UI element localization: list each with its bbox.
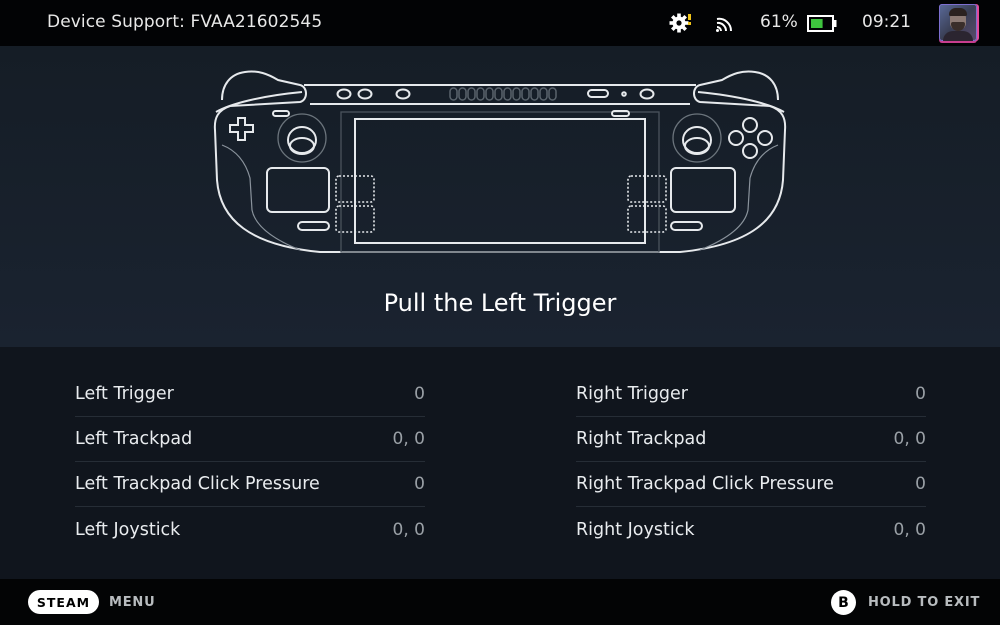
readout-value: 0, 0 bbox=[392, 519, 425, 540]
left-trackpad bbox=[266, 167, 330, 213]
cast-icon[interactable] bbox=[715, 15, 735, 33]
left-bottom-button bbox=[297, 221, 330, 231]
readout-value: 0 bbox=[414, 474, 425, 494]
page-title: Device Support: FVAA21602545 bbox=[47, 12, 323, 32]
readout-value: 0, 0 bbox=[893, 519, 926, 540]
right-joystick bbox=[682, 126, 712, 154]
avatar-beard bbox=[951, 22, 965, 31]
avatar-hair bbox=[949, 8, 967, 16]
user-avatar[interactable] bbox=[939, 4, 977, 41]
vent-grille bbox=[449, 87, 557, 101]
left-joystick-cap bbox=[289, 137, 315, 155]
battery-icon[interactable] bbox=[807, 15, 837, 32]
screen bbox=[354, 118, 646, 244]
right-bottom-button bbox=[670, 221, 703, 231]
readout-row: Right Trackpad Click Pressure 0 bbox=[576, 462, 926, 507]
d-pad bbox=[229, 117, 254, 141]
readout-label: Left Trigger bbox=[75, 384, 174, 404]
readout-value: 0 bbox=[915, 384, 926, 404]
footer-bar: STEAM MENU B HOLD TO EXIT bbox=[0, 579, 1000, 625]
steam-deck-diagram bbox=[213, 70, 787, 253]
readout-label: Left Trackpad Click Pressure bbox=[75, 474, 320, 494]
readout-label: Right Trackpad Click Pressure bbox=[576, 474, 834, 494]
b-button-diagram bbox=[757, 130, 773, 146]
readout-label: Right Trigger bbox=[576, 384, 688, 404]
y-button bbox=[742, 117, 758, 133]
screen-bezel bbox=[340, 111, 660, 253]
avatar-body bbox=[943, 31, 973, 41]
readout-label: Right Joystick bbox=[576, 519, 695, 540]
readout-label: Left Joystick bbox=[75, 519, 181, 540]
readout-row: Right Trackpad 0, 0 bbox=[576, 417, 926, 462]
x-button bbox=[728, 130, 744, 146]
battery-fill bbox=[811, 19, 823, 28]
clock: 09:21 bbox=[862, 12, 911, 32]
right-top-pill-button bbox=[587, 89, 609, 98]
right-grip-line bbox=[699, 144, 779, 251]
right-back-button-R4 bbox=[627, 175, 667, 203]
right-menu-button bbox=[611, 110, 630, 117]
b-button-icon[interactable]: B bbox=[831, 590, 856, 615]
readout-value: 0 bbox=[915, 474, 926, 494]
controller-test-hero: Pull the Left Trigger bbox=[0, 46, 1000, 347]
hold-to-exit-label: HOLD TO EXIT bbox=[868, 595, 981, 610]
left-trigger-outline bbox=[221, 70, 307, 107]
right-trigger-outline bbox=[693, 70, 779, 107]
readout-row: Left Joystick 0, 0 bbox=[75, 507, 425, 552]
left-top-button-3 bbox=[395, 88, 411, 100]
steam-button[interactable]: STEAM bbox=[28, 590, 99, 614]
right-top-button bbox=[639, 88, 655, 100]
right-back-button-R5 bbox=[627, 205, 667, 233]
readout-row: Left Trigger 0 bbox=[75, 372, 425, 417]
left-top-button-2 bbox=[357, 88, 373, 100]
top-bar: Device Support: FVAA21602545 61% 09:21 bbox=[0, 0, 1000, 46]
menu-label: MENU bbox=[109, 595, 156, 610]
right-back-buttons bbox=[627, 175, 667, 233]
input-readouts: Left Trigger 0 Left Trackpad 0, 0 Left T… bbox=[0, 347, 1000, 579]
right-joystick-cap bbox=[684, 137, 710, 155]
left-readouts: Left Trigger 0 Left Trackpad 0, 0 Left T… bbox=[75, 372, 425, 552]
readout-label: Right Trackpad bbox=[576, 429, 707, 449]
left-menu-button bbox=[272, 110, 290, 117]
left-grip-line bbox=[221, 144, 301, 251]
left-top-button-1 bbox=[336, 88, 352, 100]
indicator-light bbox=[621, 91, 627, 97]
gear-alert-icon[interactable] bbox=[669, 12, 693, 34]
battery-percent: 61% bbox=[760, 12, 798, 32]
readout-label: Left Trackpad bbox=[75, 429, 193, 449]
readout-row: Left Trackpad 0, 0 bbox=[75, 417, 425, 462]
readout-row: Right Trigger 0 bbox=[576, 372, 926, 417]
a-button bbox=[742, 143, 758, 159]
readout-row: Left Trackpad Click Pressure 0 bbox=[75, 462, 425, 507]
left-joystick bbox=[287, 126, 317, 154]
instruction-prompt: Pull the Left Trigger bbox=[383, 289, 617, 317]
readout-value: 0, 0 bbox=[392, 429, 425, 449]
readout-value: 0, 0 bbox=[893, 429, 926, 449]
readout-value: 0 bbox=[414, 384, 425, 404]
right-trackpad bbox=[670, 167, 736, 213]
readout-row: Right Joystick 0, 0 bbox=[576, 507, 926, 552]
right-readouts: Right Trigger 0 Right Trackpad 0, 0 Righ… bbox=[576, 372, 926, 552]
